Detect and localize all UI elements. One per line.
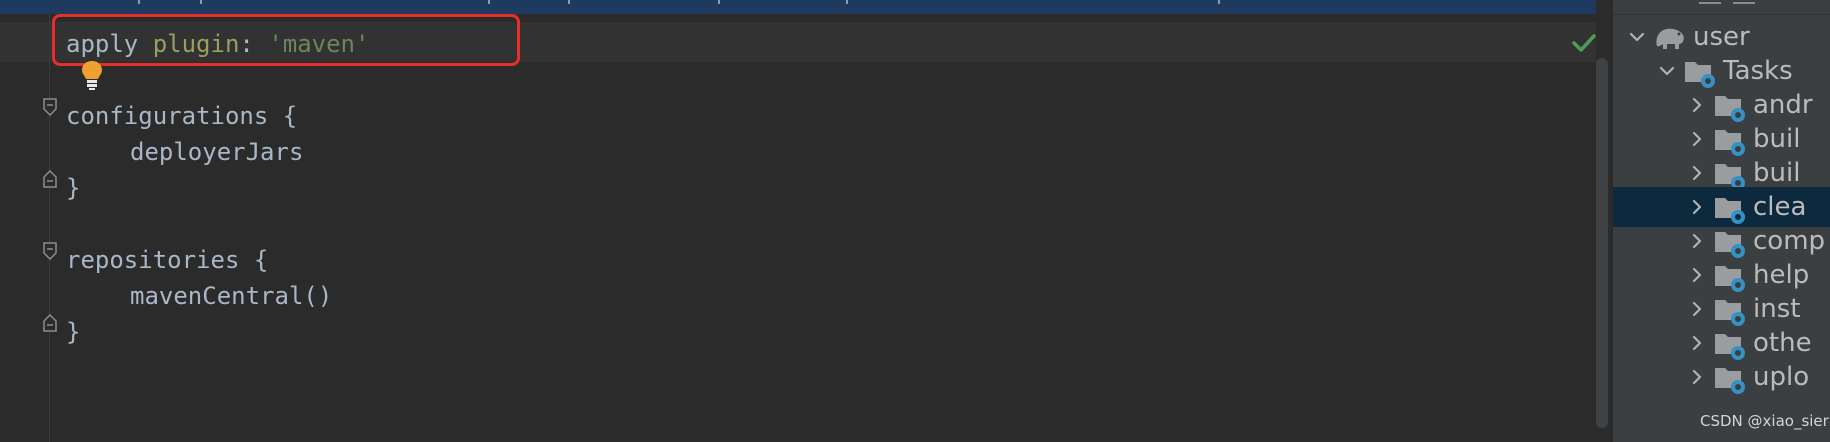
fold-close-icon[interactable] bbox=[43, 314, 57, 332]
folder-gear-icon bbox=[1685, 62, 1715, 88]
folder-gear-icon bbox=[1715, 300, 1745, 326]
chevron-down-icon[interactable] bbox=[1627, 27, 1647, 47]
code-line-close-brace[interactable]: } bbox=[66, 168, 80, 208]
chevron-right-icon[interactable] bbox=[1687, 163, 1707, 183]
toolbar-mark bbox=[1733, 2, 1755, 4]
chevron-right-icon[interactable] bbox=[1687, 333, 1707, 353]
gutter-separator bbox=[49, 14, 50, 442]
tree-label-task-group: uplo bbox=[1753, 362, 1810, 392]
chevron-down-icon[interactable] bbox=[1657, 61, 1677, 81]
fold-open-icon[interactable] bbox=[43, 242, 57, 260]
code-line-deployer-jars[interactable]: deployerJars bbox=[130, 132, 303, 172]
tab-strip-mark bbox=[718, 0, 720, 4]
checkmark-icon[interactable] bbox=[1570, 30, 1598, 56]
gradle-tool-window: user Tasks andr buil buil clea comp help… bbox=[1612, 0, 1830, 442]
folder-gear-icon bbox=[1715, 130, 1745, 156]
fold-close-icon[interactable] bbox=[43, 170, 57, 188]
tab-strip-mark bbox=[488, 0, 490, 4]
chevron-right-icon[interactable] bbox=[1687, 197, 1707, 217]
gradle-elephant-icon bbox=[1656, 28, 1684, 49]
chevron-right-icon[interactable] bbox=[1687, 367, 1707, 387]
folder-gear-icon bbox=[1715, 232, 1745, 258]
folder-gear-icon bbox=[1715, 334, 1745, 360]
lightbulb-icon[interactable] bbox=[81, 60, 103, 90]
code-line-configurations[interactable]: configurations { bbox=[66, 96, 297, 136]
tab-strip-mark bbox=[846, 0, 848, 4]
chevron-right-icon[interactable] bbox=[1687, 129, 1707, 149]
folder-gear-icon bbox=[1715, 164, 1745, 190]
tab-strip-mark bbox=[1218, 0, 1220, 4]
chevron-right-icon[interactable] bbox=[1687, 95, 1707, 115]
tree-item-task-group[interactable]: uplo bbox=[1613, 357, 1830, 397]
editor-tab-strip bbox=[0, 0, 1612, 15]
tab-strip-mark bbox=[568, 0, 570, 4]
code-line-maven-central[interactable]: mavenCentral() bbox=[130, 276, 332, 316]
fold-open-icon[interactable] bbox=[43, 98, 57, 116]
watermark: CSDN @xiao_sier bbox=[1700, 412, 1829, 430]
folder-gear-icon bbox=[1715, 266, 1745, 292]
tab-strip-mark bbox=[138, 0, 140, 4]
editor-scrollbar-thumb[interactable] bbox=[1596, 58, 1608, 428]
folder-gear-icon bbox=[1715, 198, 1745, 224]
folder-gear-icon bbox=[1715, 368, 1745, 394]
code-editor[interactable]: apply plugin: 'maven' configurations { d… bbox=[0, 14, 1612, 442]
folder-gear-icon bbox=[1715, 96, 1745, 122]
annotation-highlight-box bbox=[52, 14, 520, 66]
tab-strip-mark bbox=[200, 0, 202, 4]
chevron-right-icon[interactable] bbox=[1687, 299, 1707, 319]
toolbar-mark bbox=[1699, 2, 1721, 4]
chevron-right-icon[interactable] bbox=[1687, 231, 1707, 251]
code-line-repositories[interactable]: repositories { bbox=[66, 240, 268, 280]
code-line-close-brace[interactable]: } bbox=[66, 312, 80, 352]
chevron-right-icon[interactable] bbox=[1687, 265, 1707, 285]
gradle-toolbar bbox=[1613, 0, 1830, 15]
